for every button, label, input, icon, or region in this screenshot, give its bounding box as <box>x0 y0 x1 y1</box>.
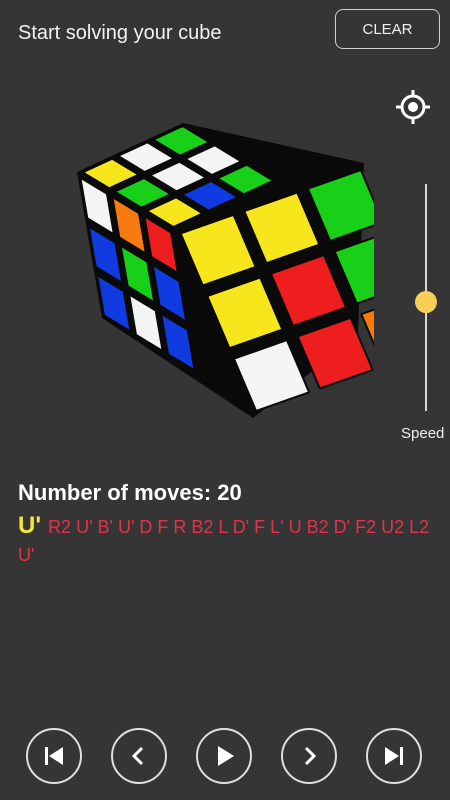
crosshair-icon <box>396 90 430 124</box>
current-move: U' <box>18 512 42 539</box>
speed-slider-thumb[interactable] <box>415 291 437 314</box>
play-icon <box>218 746 234 766</box>
page-title: Start solving your cube <box>18 22 222 44</box>
moves-count: Number of moves: 20 <box>18 480 242 505</box>
chevron-left-icon <box>131 746 144 766</box>
previous-move-button[interactable] <box>111 728 167 784</box>
speed-label: Speed <box>401 425 445 442</box>
chevron-right-icon <box>304 746 317 766</box>
speed-slider[interactable] <box>415 180 437 415</box>
skip-to-start-icon <box>45 747 63 765</box>
last-move-button[interactable] <box>366 728 422 784</box>
play-button[interactable] <box>196 728 252 784</box>
first-move-button[interactable] <box>26 728 82 784</box>
clear-button[interactable]: CLEAR <box>335 9 440 49</box>
playback-controls <box>0 728 450 788</box>
reset-view-button[interactable] <box>395 89 431 125</box>
next-move-button[interactable] <box>281 728 337 784</box>
skip-to-end-icon <box>385 747 403 765</box>
rubiks-cube-3d[interactable] <box>74 108 438 426</box>
move-sequence: U' R2 U' B' U' D F R B2 L D' F L' U B2 D… <box>18 512 438 569</box>
pending-moves: R2 U' B' U' D F R B2 L D' F L' U B2 D' F… <box>18 517 430 565</box>
